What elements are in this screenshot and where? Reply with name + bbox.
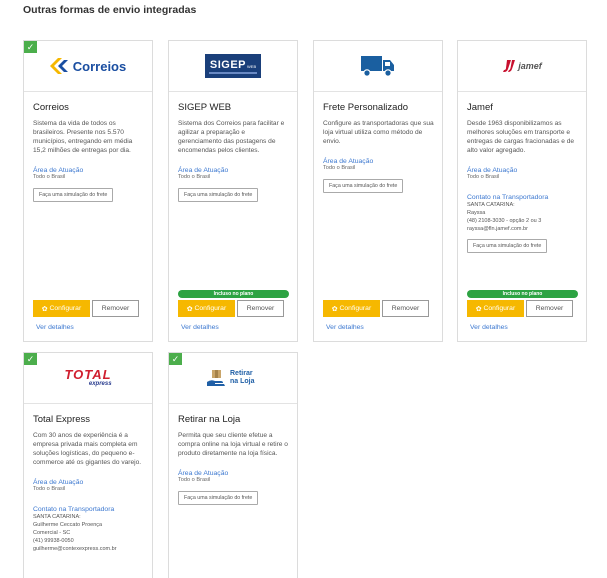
logo-area: ✓ TOTAL express — [24, 353, 152, 404]
card-description: Desde 1963 disponibilizamos as melhores … — [467, 120, 575, 154]
card-total-express: ✓ TOTAL express Total Express Com 30 ano… — [23, 352, 153, 578]
configure-button[interactable]: ✿ Configurar — [33, 300, 90, 317]
configure-button[interactable]: ✿ Configurar — [467, 300, 524, 317]
configure-button[interactable]: ✿ Configurar — [178, 300, 235, 317]
card-description: Com 30 anos de experiência é a empresa p… — [33, 432, 142, 466]
remove-button[interactable]: Remover — [92, 300, 139, 317]
remove-button[interactable]: Remover — [237, 300, 284, 317]
card-description: Sistema dos Correios para facilitar e ag… — [178, 120, 285, 154]
contact-link[interactable]: Contato na Transportadora — [33, 506, 144, 513]
gear-icon: ✿ — [475, 305, 482, 313]
truck-icon — [361, 56, 394, 77]
check-icon: ✓ — [24, 353, 37, 365]
remove-button[interactable]: Remover — [382, 300, 429, 317]
simulate-button[interactable]: Faça uma simulação do frete — [178, 187, 259, 202]
area-link[interactable]: Área de Atuação — [178, 470, 289, 477]
simulate-button[interactable]: Faça uma simulação do frete — [33, 187, 114, 202]
gear-icon: ✿ — [331, 305, 338, 313]
details-link[interactable]: Ver detalhes — [323, 324, 433, 331]
area-link[interactable]: Área de Atuação — [33, 167, 144, 174]
details-link[interactable]: Ver detalhes — [178, 324, 288, 331]
retirar-logo: Retirar na Loja — [206, 368, 260, 388]
simulate-button[interactable]: Faça uma simulação do frete — [323, 178, 404, 193]
pickup-box-icon — [207, 370, 225, 386]
card-title: Correios — [33, 102, 69, 113]
logo-area: ✓ Correios — [24, 41, 152, 92]
card-sigep: SIGEP WEB SIGEP WEB Sistema dos Correios… — [168, 40, 298, 342]
card-title: Retirar na Loja — [178, 414, 241, 425]
contact-info: SANTA CATARINA: Guilherme Ceccato Proenç… — [33, 513, 117, 552]
contact-info: SANTA CATARINA: Rayssa (48) 2108-3030 - … — [467, 201, 542, 232]
simulate-button[interactable]: Faça uma simulação do frete — [178, 490, 259, 505]
logo-area: jamef — [458, 41, 586, 92]
card-title: Total Express — [33, 414, 91, 425]
card-frete-personalizado: Frete Personalizado Configure as transpo… — [313, 40, 443, 342]
correios-arrows-icon — [49, 58, 68, 74]
area-value: Todo o Brasil — [467, 174, 500, 180]
total-express-logo: TOTAL express — [64, 367, 112, 387]
card-title: SIGEP WEB — [178, 102, 232, 113]
simulate-button[interactable]: Faça uma simulação do frete — [467, 238, 548, 253]
details-link[interactable]: Ver detalhes — [467, 324, 577, 331]
card-description: Permita que seu cliente efetue a compra … — [178, 432, 288, 457]
correios-logo: Correios — [49, 58, 126, 74]
area-value: Todo o Brasil — [178, 477, 211, 483]
area-link[interactable]: Área de Atuação — [33, 479, 144, 486]
page-title: Outras formas de envio integradas — [23, 4, 197, 16]
card-retirar-na-loja: ✓ Retirar na Loja Retirar na Loja Permit… — [168, 352, 298, 578]
card-jamef: jamef Jamef Desde 1963 disponibilizamos … — [457, 40, 587, 342]
check-icon: ✓ — [169, 353, 182, 365]
check-icon: ✓ — [24, 41, 37, 53]
plan-badge: Incluso no plano — [178, 290, 289, 298]
card-description: Sistema da vida de todos os brasileiros.… — [33, 120, 133, 154]
card-correios: ✓ Correios Correios Sistema da vida de t… — [23, 40, 153, 342]
area-value: Todo o Brasil — [33, 486, 66, 492]
jamef-mark-icon — [503, 60, 516, 72]
logo-area: SIGEP WEB — [169, 41, 297, 92]
logo-area: ✓ Retirar na Loja — [169, 353, 297, 404]
plan-badge: Incluso no plano — [467, 290, 578, 298]
contact-link[interactable]: Contato na Transportadora — [467, 194, 578, 201]
area-link[interactable]: Área de Atuação — [178, 167, 289, 174]
card-title: Jamef — [467, 102, 493, 113]
details-link[interactable]: Ver detalhes — [33, 324, 143, 331]
remove-button[interactable]: Remover — [526, 300, 573, 317]
area-value: Todo o Brasil — [323, 165, 356, 171]
gear-icon: ✿ — [186, 305, 193, 313]
jamef-logo: jamef — [502, 59, 542, 73]
area-link[interactable]: Área de Atuação — [467, 167, 578, 174]
card-description: Configure as transportadoras que sua loj… — [323, 120, 434, 145]
gear-icon: ✿ — [41, 305, 48, 313]
card-title: Frete Personalizado — [323, 102, 409, 113]
area-value: Todo o Brasil — [33, 174, 66, 180]
area-value: Todo o Brasil — [178, 174, 211, 180]
logo-area — [314, 41, 442, 92]
sigep-logo: SIGEP WEB — [205, 54, 261, 78]
configure-button[interactable]: ✿ Configurar — [323, 300, 380, 317]
area-link[interactable]: Área de Atuação — [323, 158, 434, 165]
